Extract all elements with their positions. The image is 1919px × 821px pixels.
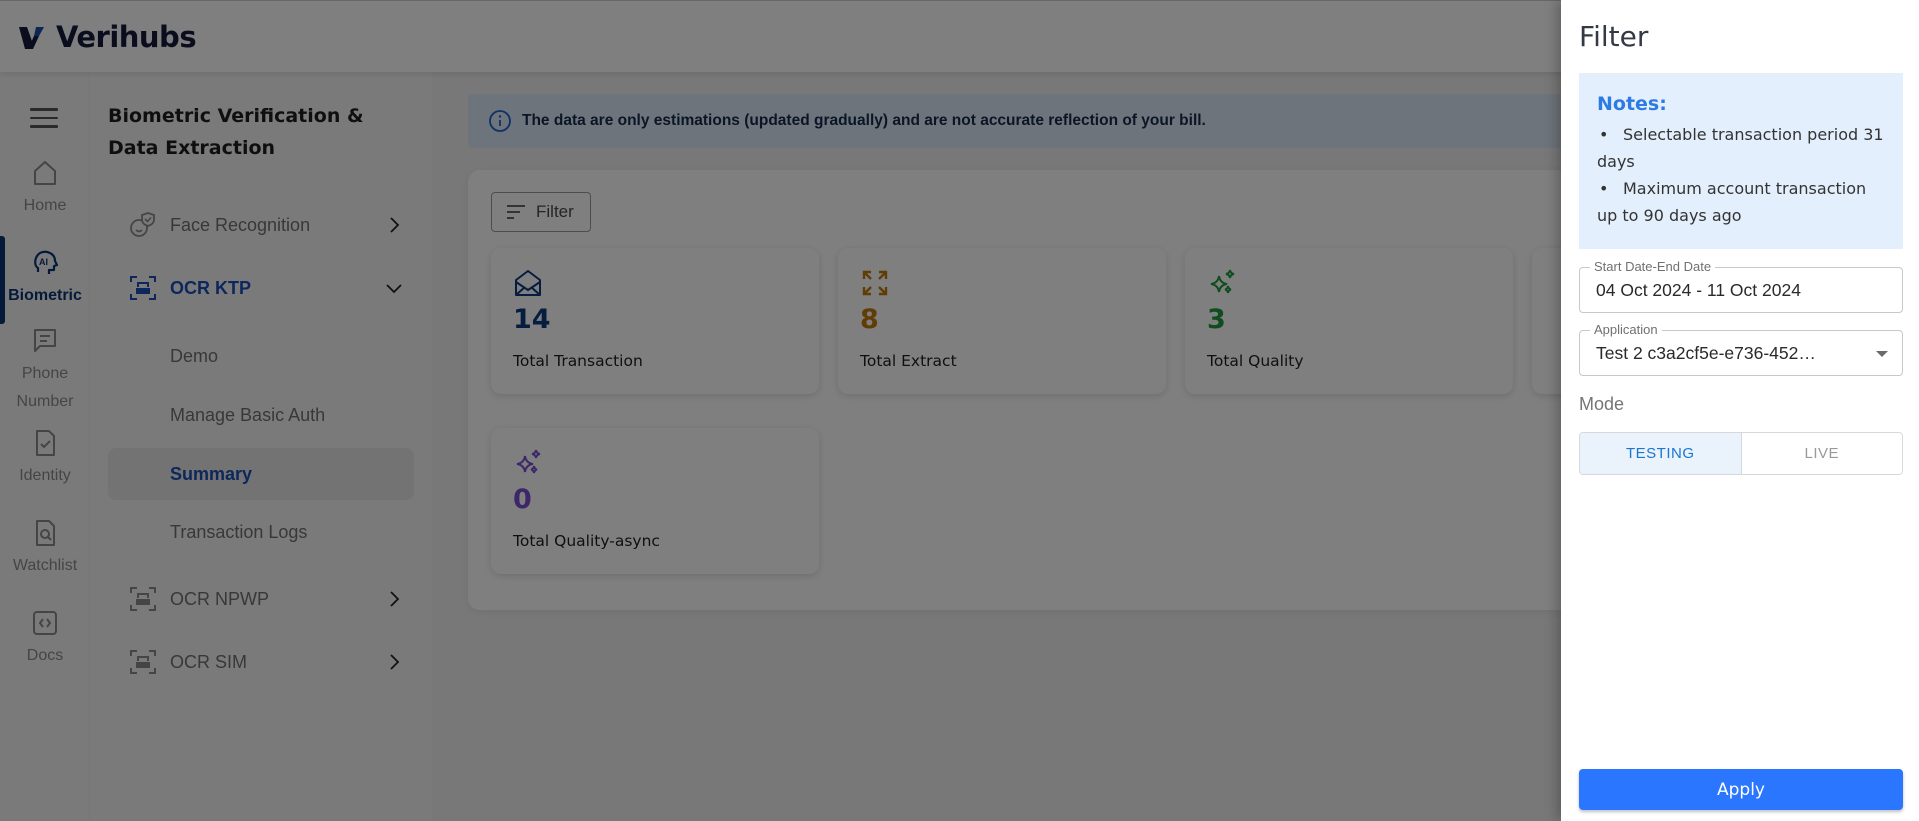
drawer-title: Filter [1579,20,1649,53]
mode-live-button[interactable]: LIVE [1741,433,1902,474]
note-item: • Selectable transaction period 31 days [1597,125,1884,171]
apply-button[interactable]: Apply [1579,769,1903,810]
notes-list: • Selectable transaction period 31 days •… [1597,121,1885,229]
mode-testing-button[interactable]: TESTING [1580,433,1742,474]
notes-box: Notes: • Selectable transaction period 31… [1579,73,1903,249]
notes-title: Notes: [1597,93,1667,115]
date-range-value: 04 Oct 2024 - 11 Oct 2024 [1596,280,1801,300]
date-range-label: Start Date-End Date [1590,259,1716,274]
mode-toggle-group: TESTING LIVE [1579,432,1903,475]
mode-label: Mode [1579,394,1625,414]
date-range-field[interactable]: Start Date-End Date 04 Oct 2024 - 11 Oct… [1579,259,1903,313]
application-label: Application [1590,322,1662,337]
dropdown-caret-icon[interactable] [1876,351,1888,357]
application-value: Test 2 c3a2cf5e-e736-452… [1596,343,1816,363]
filter-drawer: Filter Notes: • Selectable transaction pe… [1561,0,1919,821]
application-select[interactable]: Application Test 2 c3a2cf5e-e736-452… [1579,322,1903,376]
note-item: • Maximum account transaction up to 90 da… [1597,179,1867,225]
